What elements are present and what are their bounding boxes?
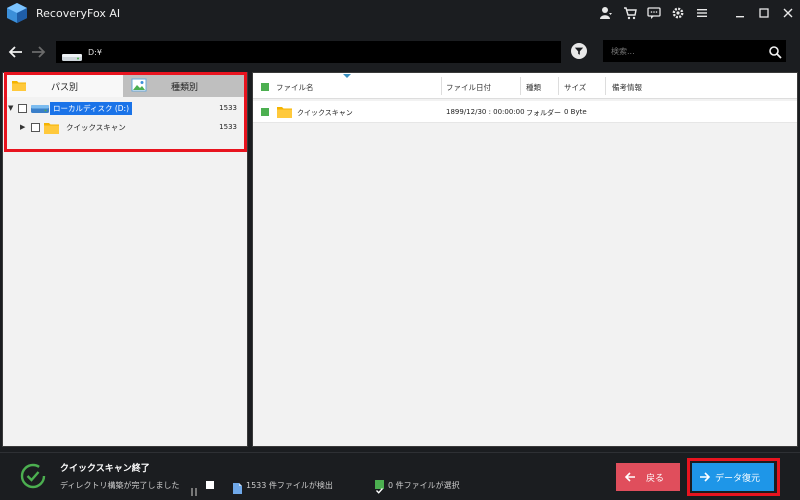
cell-name: クイックスキャン [297,109,353,117]
tree-checkbox[interactable] [18,104,27,113]
chevron-right-icon[interactable]: ▶ [20,123,25,131]
select-all-checkbox[interactable] [261,83,269,91]
recover-data-button[interactable]: データ復元 [692,463,774,491]
toolbar: D:¥ [0,38,800,68]
tree-item-quick-scan[interactable]: ▶ クイックスキャン 1533 [3,118,247,137]
maximize-icon[interactable] [752,1,776,25]
close-icon[interactable] [776,1,800,25]
status-title: クイックスキャン終了 [60,464,150,474]
tab-label: パス別 [51,83,79,93]
filter-button[interactable] [571,43,587,59]
file-icon [233,479,242,494]
column-header-note[interactable]: 備考情報 [612,82,642,93]
table-header: ファイル名 ファイル日付 種類 サイズ 備考情報 [253,73,797,99]
column-header-name[interactable]: ファイル名 [276,82,314,93]
minimize-icon[interactable] [728,1,752,25]
title-bar: RecoveryFox AI [0,0,800,26]
column-header-type[interactable]: 種類 [526,82,541,93]
stop-icon[interactable] [206,481,214,489]
back-button-label: 戻る [646,473,665,484]
file-list-panel: ファイル名 ファイル日付 種類 サイズ 備考情報 クイックスキャン 1899/1… [252,72,798,447]
back-button[interactable]: 戻る [616,463,680,491]
chevron-down-icon[interactable]: ▼ [8,104,13,112]
search-box[interactable] [603,40,786,62]
tree-item-count: 1533 [219,123,237,131]
drive-icon [62,47,82,61]
table-row[interactable]: クイックスキャン 1899/12/30 : 00:00:00 フォルダー 0 B… [253,101,797,123]
app-title: RecoveryFox AI [36,6,121,20]
selected-check-icon [375,480,384,494]
menu-icon[interactable] [690,1,714,25]
account-icon[interactable] [594,1,618,25]
row-checkbox[interactable] [261,108,269,116]
check-circle-icon [20,463,46,489]
search-input[interactable] [611,46,761,56]
search-icon[interactable] [768,44,782,59]
app-logo-icon [6,2,28,24]
tree-checkbox[interactable] [31,123,40,132]
chat-icon[interactable] [642,1,666,25]
image-icon [131,77,147,93]
tree-item-count: 1533 [219,104,237,112]
left-panel: パス別 種類別 ▼ ローカルディスク (D:) 1533 ▶ クイックスキャン [2,72,248,447]
column-header-size[interactable]: サイズ [564,82,586,93]
status-subtitle: ディレクトリ構築が完了しました [60,481,180,490]
forward-arrow-icon[interactable] [30,44,46,60]
folder-icon [277,105,292,118]
current-path: D:¥ [88,47,102,57]
back-arrow-icon [624,472,635,482]
drive-icon [31,103,49,114]
back-arrow-icon[interactable] [8,44,24,60]
tab-by-type[interactable]: 種類別 [123,73,247,97]
cell-size: 0 Byte [564,108,587,116]
filter-icon [574,47,584,55]
tab-by-path[interactable]: パス別 [3,73,123,97]
status-bar: クイックスキャン終了 ディレクトリ構築が完了しました 1533 件ファイルが検出… [0,452,800,500]
column-header-date[interactable]: ファイル日付 [446,82,491,93]
tab-label: 種類別 [171,83,199,93]
folder-icon [11,77,27,93]
forward-arrow-icon [700,472,711,482]
gear-icon[interactable] [666,1,690,25]
tree-item-local-disk[interactable]: ▼ ローカルディスク (D:) 1533 [3,99,247,118]
tree-item-label: ローカルディスク (D:) [50,102,133,115]
folder-icon [44,121,59,134]
sort-arrow-icon[interactable] [343,74,351,78]
view-tabs: パス別 種類別 [3,73,247,97]
pause-icon[interactable] [190,481,198,496]
cell-date: 1899/12/30 : 00:00:00 [446,108,525,116]
recover-button-label: データ復元 [715,473,761,484]
path-bar[interactable]: D:¥ [56,41,561,63]
cell-type: フォルダー [526,109,561,117]
selected-count: 0 件ファイルが選択 [388,481,460,490]
cart-icon[interactable] [618,1,642,25]
found-count: 1533 件ファイルが検出 [246,481,333,490]
folder-tree: ▼ ローカルディスク (D:) 1533 ▶ クイックスキャン 1533 [3,99,247,137]
tree-item-label: クイックスキャン [66,123,126,132]
